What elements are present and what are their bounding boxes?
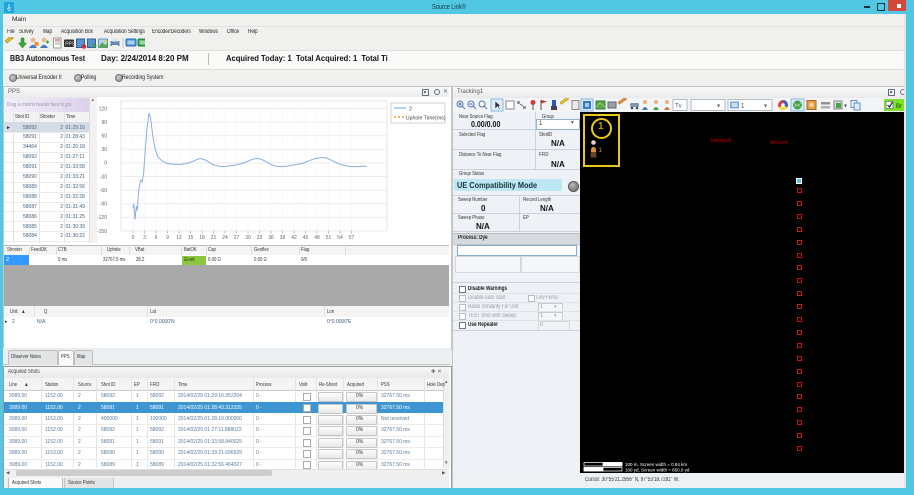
svg-text:0: 0 (132, 235, 135, 241)
svg-text:-150: -150 (97, 229, 107, 235)
svg-text:Tv: Tv (675, 104, 682, 110)
svg-text:33: 33 (257, 235, 263, 241)
svg-text:100 yd, Screen width = 850.0 y: 100 yd, Screen width = 850.0 yd (625, 468, 690, 473)
svg-text:-90: -90 (100, 202, 107, 208)
svg-text:30: 30 (101, 147, 107, 153)
svg-text:-30: -30 (100, 174, 107, 180)
svg-text:1: 1 (599, 148, 603, 154)
svg-text:Br: Br (896, 104, 902, 110)
svg-text:3: 3 (143, 235, 146, 241)
svg-text:54: 54 (337, 235, 343, 241)
svg-text:51: 51 (326, 235, 332, 241)
svg-text:-120: -120 (97, 215, 107, 221)
svg-text:-60: -60 (100, 188, 107, 194)
svg-text:90: 90 (101, 120, 107, 126)
svg-text:0: 0 (104, 161, 107, 167)
svg-text:6: 6 (155, 235, 158, 241)
svg-text:▾: ▾ (717, 104, 720, 110)
svg-text:100 m, Screen width = 0.84 km: 100 m, Screen width = 0.84 km (625, 462, 687, 467)
svg-text:45: 45 (303, 235, 309, 241)
svg-text:2: 2 (409, 107, 412, 113)
svg-text:24: 24 (222, 235, 228, 241)
svg-text:36: 36 (268, 235, 274, 241)
svg-text:39: 39 (280, 235, 286, 241)
svg-text:42: 42 (291, 235, 297, 241)
svg-text:18: 18 (199, 235, 205, 241)
svg-text:57: 57 (349, 235, 355, 241)
svg-text:Uphole Time(ms): Uphole Time(ms) (406, 115, 446, 121)
svg-text:15: 15 (188, 235, 194, 241)
svg-text:12: 12 (176, 235, 182, 241)
svg-text:48: 48 (314, 235, 320, 241)
svg-text:120: 120 (99, 106, 108, 112)
svg-text:9: 9 (166, 235, 169, 241)
svg-text:27: 27 (234, 235, 240, 241)
svg-text:▾: ▾ (764, 104, 767, 110)
svg-text:PPS: PPS (65, 42, 76, 48)
svg-text:60: 60 (101, 134, 107, 140)
svg-text:▾: ▾ (844, 104, 847, 110)
svg-text:30: 30 (245, 235, 251, 241)
svg-text:21: 21 (211, 235, 217, 241)
